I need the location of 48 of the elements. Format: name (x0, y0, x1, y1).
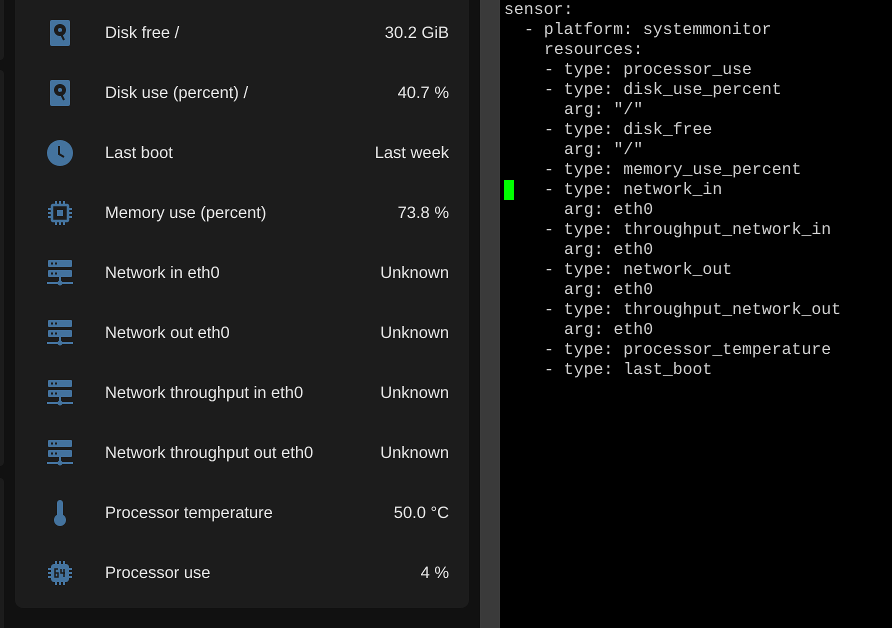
cpu-icon (48, 561, 72, 585)
sensor-name: Network throughput out eth0 (105, 442, 314, 464)
code-line: sensor: (504, 0, 574, 20)
sensor-value: Last week (374, 142, 449, 164)
code-line: - type: disk_use_percent (544, 80, 782, 100)
sensor-name: Memory use (percent) (105, 202, 266, 224)
chip-icon (48, 201, 72, 225)
code-line: - type: network_out (544, 260, 732, 280)
code-line: - type: processor_use (544, 60, 752, 80)
sensor-value: 30.2 GiB (384, 22, 449, 44)
sensor-name: Network throughput in eth0 (105, 382, 304, 404)
sensor-name: Network out eth0 (105, 322, 230, 344)
thermometer-icon (53, 500, 67, 526)
code-line: - type: memory_use_percent (544, 160, 802, 180)
sensor-value: Unknown (380, 442, 449, 464)
sensor-name: Network in eth0 (105, 262, 220, 284)
clock-icon (47, 140, 73, 166)
code-line: arg: eth0 (564, 200, 654, 220)
sensor-value: 50.0 °C (394, 502, 449, 524)
code-line: arg: eth0 (564, 240, 654, 260)
sensor-value: 40.7 % (398, 82, 449, 104)
sensor-value: Unknown (380, 382, 449, 404)
code-line: - type: last_boot (544, 360, 712, 380)
sensor-value: Unknown (380, 322, 449, 344)
sensor-name: Disk free / (105, 22, 180, 44)
code-line: - type: disk_free (544, 120, 712, 140)
code-line: arg: eth0 (564, 280, 654, 300)
code-line: - type: network_in (544, 180, 722, 200)
sensor-name: Processor temperature (105, 502, 273, 524)
code-line: - type: processor_temperature (544, 340, 832, 360)
server-network-icon (47, 320, 73, 346)
code-line: arg: eth0 (564, 320, 654, 340)
server-network-icon (47, 260, 73, 286)
code-line: arg: "/" (564, 100, 644, 120)
code-line: arg: "/" (564, 140, 644, 160)
sensor-value: 73.8 % (398, 202, 449, 224)
sensor-value: 4 % (420, 562, 449, 584)
code-line: - type: throughput_network_in (544, 220, 832, 240)
code-line: - platform: systemmonitor (524, 20, 772, 40)
code-line: resources: (544, 40, 644, 60)
sensor-value: Unknown (380, 262, 449, 284)
sensor-name: Last boot (105, 142, 173, 164)
sensor-name: Processor use (105, 562, 210, 584)
sensor-name: Disk use (percent) / (105, 82, 248, 104)
server-network-icon (47, 380, 73, 406)
server-network-icon (47, 440, 73, 466)
terminal-cursor (504, 180, 514, 200)
code-line: - type: throughput_network_out (544, 300, 842, 320)
